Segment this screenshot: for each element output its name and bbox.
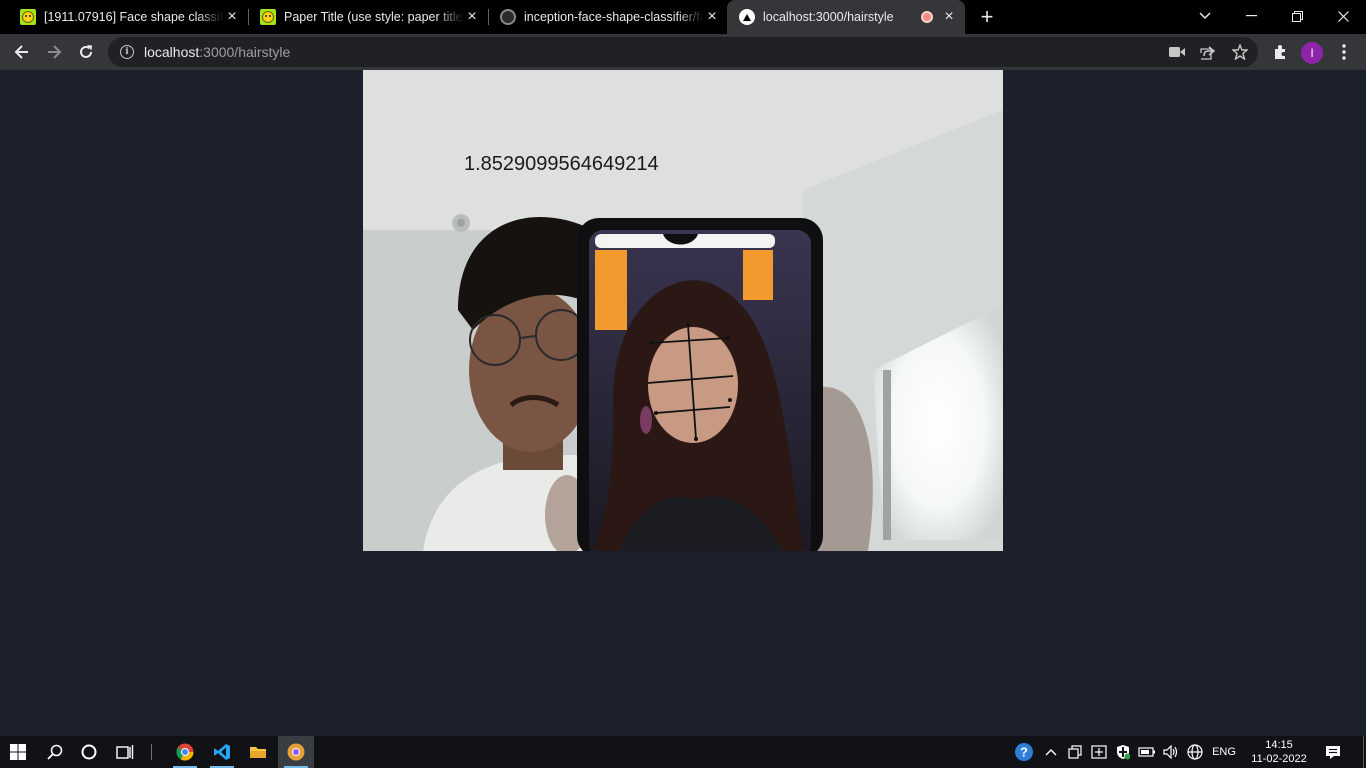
vscode-taskbar-icon[interactable] bbox=[204, 736, 240, 768]
recording-icon bbox=[921, 11, 933, 23]
github-icon bbox=[500, 9, 516, 25]
close-window-button[interactable] bbox=[1320, 0, 1366, 32]
close-icon[interactable]: × bbox=[464, 9, 480, 25]
show-hidden-icons-chevron-icon[interactable] bbox=[1040, 736, 1062, 768]
close-icon[interactable]: × bbox=[941, 9, 957, 25]
share-icon[interactable] bbox=[1197, 41, 1219, 63]
task-view-icon[interactable] bbox=[108, 736, 142, 768]
smiley-icon bbox=[20, 9, 36, 25]
tab-title: inception-face-shape-classifier/face bbox=[524, 10, 704, 24]
restore-button[interactable] bbox=[1274, 0, 1320, 32]
volume-icon[interactable] bbox=[1160, 736, 1182, 768]
browser-toolbar: i localhost:3000/hairstyle I bbox=[0, 34, 1366, 70]
forward-button[interactable] bbox=[40, 38, 68, 66]
tab-github-repo[interactable]: inception-face-shape-classifier/face × bbox=[488, 0, 728, 34]
tab-paper-title[interactable]: Paper Title (use style: paper title) × bbox=[248, 0, 488, 34]
tab-title: localhost:3000/hairstyle bbox=[763, 10, 894, 24]
windows-taskbar: ? ENG 14:15 11-02-2022 bbox=[0, 736, 1366, 768]
face-ratio-value: 1.8529099564649214 bbox=[464, 153, 659, 175]
show-desktop-button[interactable] bbox=[1360, 736, 1366, 768]
search-icon[interactable] bbox=[38, 736, 72, 768]
language-indicator[interactable]: ENG bbox=[1208, 736, 1240, 768]
chrome-canary-taskbar-icon[interactable] bbox=[278, 736, 314, 768]
help-icon[interactable]: ? bbox=[1012, 736, 1036, 768]
taskbar-separator bbox=[146, 736, 156, 768]
url-host: localhost bbox=[144, 44, 200, 60]
reload-button[interactable] bbox=[72, 38, 100, 66]
new-tab-button[interactable]: + bbox=[975, 4, 999, 29]
bookmark-star-icon[interactable] bbox=[1229, 41, 1251, 63]
info-icon[interactable]: i bbox=[120, 45, 134, 59]
menu-kebab-icon[interactable] bbox=[1330, 38, 1358, 66]
extensions-icon[interactable] bbox=[1266, 38, 1294, 66]
close-icon[interactable]: × bbox=[704, 9, 720, 25]
clock-time: 14:15 bbox=[1265, 739, 1293, 751]
close-icon[interactable]: × bbox=[224, 9, 240, 25]
smiley-icon bbox=[260, 9, 276, 25]
tab-title: [1911.07916] Face shape classificati bbox=[44, 10, 224, 24]
tab-strip: [1911.07916] Face shape classificati × P… bbox=[0, 0, 1366, 34]
defender-shield-icon[interactable] bbox=[1112, 736, 1134, 768]
chrome-taskbar-icon[interactable] bbox=[167, 736, 203, 768]
profile-avatar[interactable]: I bbox=[1301, 42, 1323, 64]
webcam-canvas: 1.8529099564649214 bbox=[363, 70, 1003, 551]
svg-text:?: ? bbox=[1020, 745, 1028, 760]
nextjs-icon bbox=[739, 9, 755, 25]
tab-title: Paper Title (use style: paper title) bbox=[284, 10, 464, 24]
network-globe-icon[interactable] bbox=[1184, 736, 1206, 768]
minimize-button[interactable] bbox=[1228, 0, 1274, 32]
copy-icon[interactable] bbox=[1064, 736, 1086, 768]
camera-icon[interactable] bbox=[1166, 41, 1188, 63]
address-bar[interactable]: i localhost:3000/hairstyle bbox=[108, 37, 1258, 67]
cortana-icon[interactable] bbox=[72, 736, 106, 768]
back-button[interactable] bbox=[8, 38, 36, 66]
tab-search-button[interactable] bbox=[1182, 0, 1228, 32]
url-text: localhost:3000/hairstyle bbox=[144, 44, 290, 60]
windows-start-icon[interactable] bbox=[0, 736, 36, 768]
tab-localhost-hairstyle[interactable]: localhost:3000/hairstyle × bbox=[727, 0, 965, 34]
clock-date: 11-02-2022 bbox=[1251, 753, 1307, 765]
webcam-frame-image bbox=[363, 70, 1003, 551]
clock[interactable]: 14:15 11-02-2022 bbox=[1244, 736, 1314, 768]
security-icon[interactable] bbox=[1088, 736, 1110, 768]
file-explorer-taskbar-icon[interactable] bbox=[240, 736, 276, 768]
url-path: :3000/hairstyle bbox=[199, 44, 291, 60]
page-content: 1.8529099564649214 bbox=[0, 70, 1366, 736]
battery-icon[interactable] bbox=[1136, 736, 1158, 768]
notification-icon[interactable] bbox=[1318, 736, 1348, 768]
tab-arxiv-paper[interactable]: [1911.07916] Face shape classificati × bbox=[8, 0, 248, 34]
